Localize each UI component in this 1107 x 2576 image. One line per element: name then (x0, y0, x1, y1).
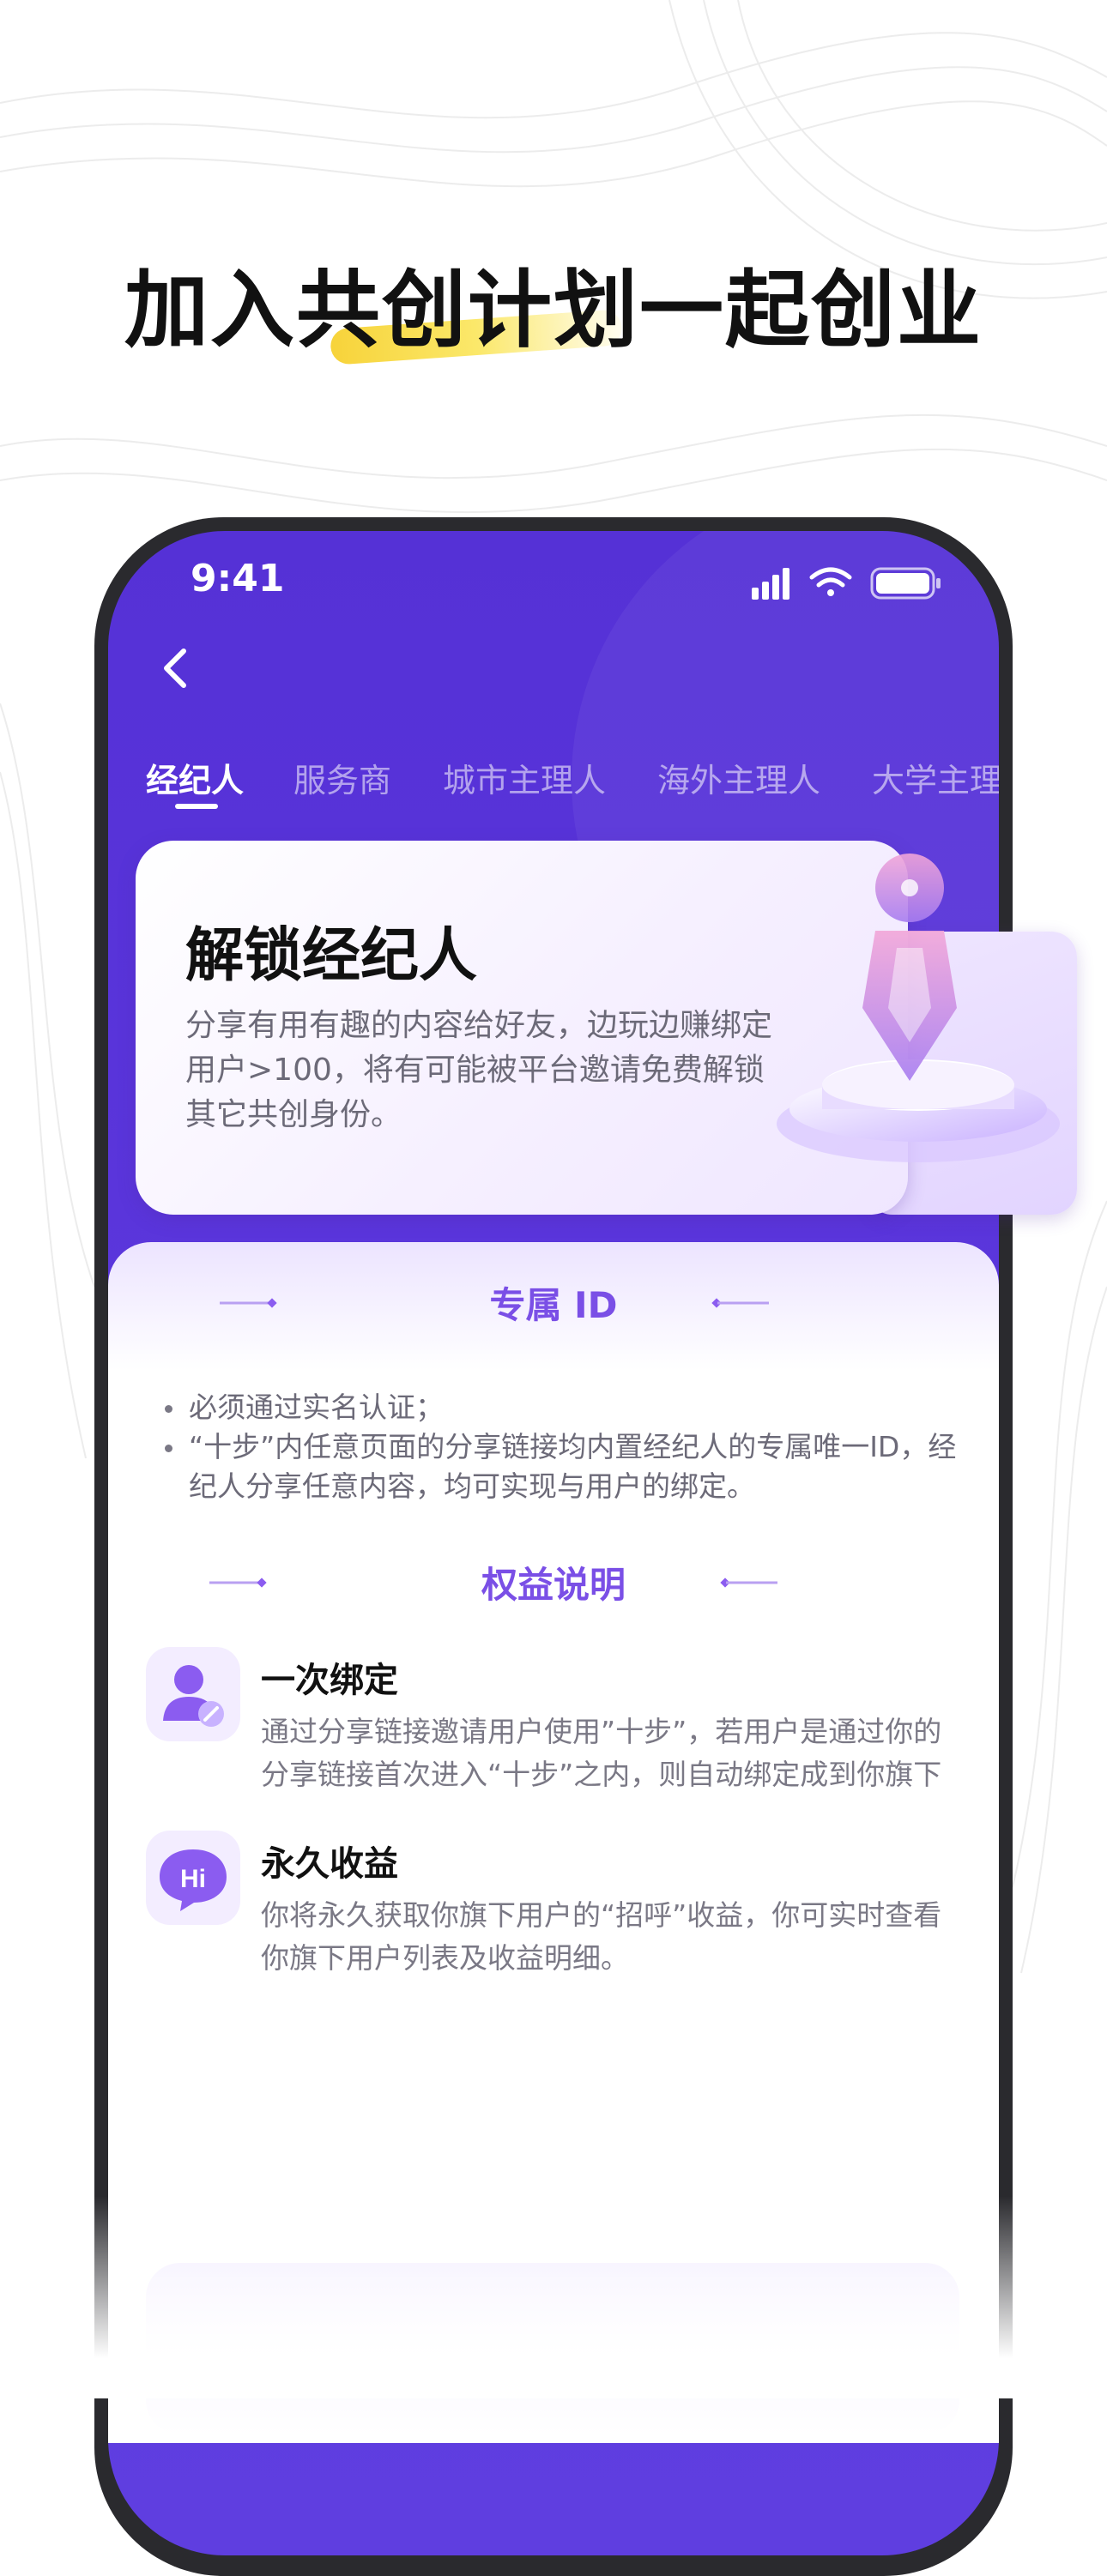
signal-icon (752, 568, 789, 600)
heading-ornament-right (720, 1578, 777, 1588)
benefit-description: 通过分享链接邀请用户使用”十步”，若用户是通过你的分享链接首次进入“十步”之内，… (261, 1715, 942, 1791)
tab-university-manager[interactable]: 大学主理 (872, 754, 999, 801)
benefits-heading: 权益说明 (481, 1564, 626, 1606)
tab-overseas-manager[interactable]: 海外主理人 (657, 754, 820, 801)
poster-headline: 加入共创计划一起创业 (124, 262, 983, 359)
rule-item: “十步”内任意页面的分享链接均内置经纪人的专属唯一ID，经纪人分享任意内容，均可… (160, 1427, 983, 1506)
identity-tabs: 经纪人 服务商 城市主理人 海外主理人 大学主理 (146, 754, 999, 831)
unlock-title: 解锁经纪人 (185, 922, 478, 990)
battery-icon (870, 567, 941, 600)
benefit-description: 你将永久获取你旗下用户的“招呼”收益，你可实时查看你旗下用户列表及收益明细。 (261, 1898, 942, 1975)
heading-ornament-right (711, 1298, 769, 1308)
status-icons (752, 567, 941, 600)
user-link-icon (146, 1647, 240, 1741)
tab-city-manager[interactable]: 城市主理人 (443, 754, 606, 801)
benefit-title: 一次绑定 (261, 1661, 398, 1700)
benefit-title: 永久收益 (261, 1844, 398, 1884)
tab-broker[interactable]: 经纪人 (146, 754, 244, 801)
rule-item: 必须通过实名认证； (160, 1388, 983, 1427)
exclusive-id-rules: 必须通过实名认证； “十步”内任意页面的分享链接均内置经纪人的专属唯一ID，经纪… (160, 1388, 983, 1506)
status-time: 9:41 (191, 557, 285, 600)
wifi-icon (809, 567, 852, 596)
unlock-description: 分享有用有趣的内容给好友，边玩边赚绑定用户>100，将有可能被平台邀请免费解锁其… (185, 1008, 773, 1132)
broker-trophy-icon (777, 854, 1060, 1162)
tab-service-provider[interactable]: 服务商 (293, 754, 391, 801)
svg-text:Hi: Hi (180, 1865, 206, 1893)
exclusive-id-heading: 专属 ID (489, 1284, 618, 1326)
active-tab-indicator (175, 804, 218, 809)
hi-chat-icon: Hi (146, 1831, 240, 1925)
bottom-fade-overlay (0, 2196, 1107, 2398)
back-arrow-icon[interactable] (151, 642, 203, 694)
